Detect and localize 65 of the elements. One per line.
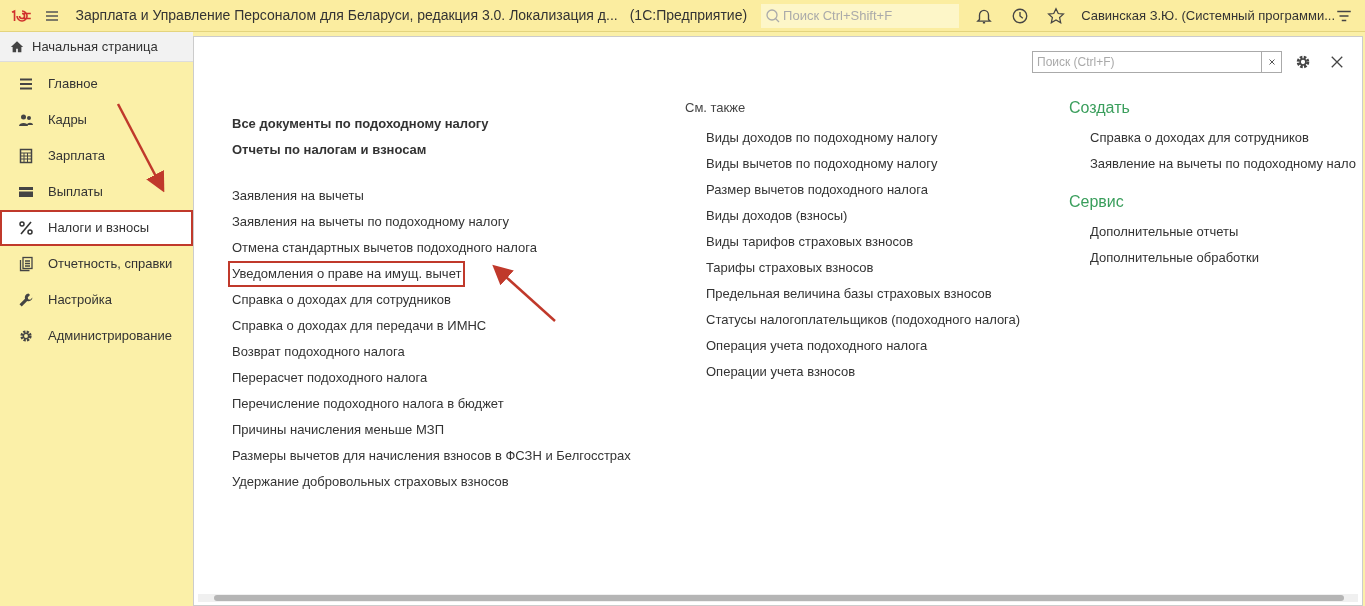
link[interactable]: Виды доходов (взносы) bbox=[704, 203, 850, 229]
platform-label: (1С:Предприятие) bbox=[629, 6, 748, 25]
card-icon bbox=[18, 184, 34, 200]
list-icon bbox=[18, 76, 34, 92]
settings-icon bbox=[18, 328, 34, 344]
settings-button[interactable] bbox=[1294, 53, 1312, 71]
link[interactable]: Отчеты по налогам и взносам bbox=[230, 137, 429, 163]
search-icon bbox=[765, 7, 782, 24]
sidebar-item[interactable]: Настройка bbox=[0, 282, 193, 318]
link[interactable]: Заявления на вычеты bbox=[230, 183, 366, 209]
link[interactable]: Возврат подоходного налога bbox=[230, 339, 407, 365]
link[interactable]: Справка о доходах для передачи в ИМНС bbox=[230, 313, 489, 339]
link[interactable]: Статусы налогоплательщиков (подоходного налога) bbox=[704, 307, 1023, 333]
link[interactable]: Причины начисления меньше МЗП bbox=[230, 417, 446, 443]
sidebar-item[interactable]: Выплаты bbox=[0, 174, 193, 210]
star-icon bbox=[1047, 6, 1066, 25]
section-heading: См. также bbox=[685, 99, 747, 117]
sidebar-item[interactable]: Главное bbox=[0, 66, 193, 102]
link[interactable]: Размеры вычетов для начисления взносов в ФСЗН и Белгосстрах bbox=[230, 443, 633, 469]
link[interactable]: Дополнительные обработки bbox=[1088, 245, 1261, 271]
sidebar-item[interactable]: Администрирование bbox=[0, 318, 193, 354]
star-button[interactable] bbox=[1047, 6, 1066, 25]
section-heading: Сервис bbox=[1069, 192, 1124, 212]
sidebar-item[interactable]: Зарплата bbox=[0, 138, 193, 174]
close-button[interactable] bbox=[1330, 55, 1344, 69]
link[interactable]: Дополнительные отчеты bbox=[1088, 219, 1241, 245]
link[interactable]: Размер вычетов подоходного налога bbox=[704, 177, 930, 203]
link[interactable]: Операция учета подоходного налога bbox=[704, 333, 930, 359]
link[interactable]: Заявления на вычеты по подоходному налогу bbox=[230, 209, 512, 235]
sidebar-item[interactable]: Отчетность, справки bbox=[0, 246, 193, 282]
link[interactable]: Отмена стандартных вычетов подоходного налога bbox=[230, 235, 539, 261]
link[interactable]: Виды доходов по подоходному налогу bbox=[704, 125, 940, 151]
calculator-icon bbox=[18, 148, 34, 164]
link[interactable]: Операции учета взносов bbox=[704, 359, 858, 385]
link[interactable]: Предельная величина базы страховых взносов bbox=[704, 281, 994, 307]
search-field[interactable]: Поиск (Ctrl+F) bbox=[1032, 51, 1262, 73]
link[interactable]: Удержание добровольных страховых взносов bbox=[230, 469, 511, 495]
link[interactable]: Перечисление подоходного налога в бюджет bbox=[230, 391, 506, 417]
user-name: Савинская З.Ю. (Системный программи... bbox=[1081, 6, 1335, 25]
search-field[interactable]: Поиск Ctrl+Shift+F bbox=[761, 3, 960, 28]
home-icon bbox=[10, 39, 24, 54]
sidebar-item[interactable]: Налоги и взносы bbox=[0, 210, 193, 246]
close-icon bbox=[1330, 55, 1344, 69]
people-icon bbox=[18, 112, 34, 128]
close-icon bbox=[1267, 58, 1276, 66]
link[interactable]: Уведомления о праве на имущ. вычет bbox=[228, 261, 466, 287]
percent-icon bbox=[18, 220, 34, 236]
link[interactable]: Виды вычетов по подоходному налогу bbox=[704, 151, 940, 177]
link[interactable]: Виды тарифов страховых взносов bbox=[704, 229, 916, 255]
link[interactable]: Все документы по подоходному налогу bbox=[230, 111, 491, 137]
history-button[interactable] bbox=[1011, 6, 1030, 25]
home-tab[interactable]: Начальная страница bbox=[0, 32, 193, 62]
link[interactable]: Справка о доходах для сотрудников bbox=[230, 287, 453, 313]
wrench-icon bbox=[18, 292, 34, 308]
window-title: Зарплата и Управление Персоналом для Беларуси, редакция 3.0. Локализация д... bbox=[75, 6, 618, 25]
settings-icon bbox=[1294, 53, 1312, 71]
documents-icon bbox=[18, 256, 34, 272]
sidebar-item[interactable]: Кадры bbox=[0, 102, 193, 138]
history-icon bbox=[1011, 6, 1030, 25]
link[interactable]: Перерасчет подоходного налога bbox=[230, 365, 430, 391]
link[interactable]: Заявление на вычеты по подоходному нало bbox=[1088, 151, 1358, 177]
annotation-arrow bbox=[492, 264, 556, 322]
link[interactable]: Справка о доходах для сотрудников bbox=[1088, 125, 1311, 151]
section-heading: Создать bbox=[1069, 98, 1130, 118]
link[interactable]: Тарифы страховых взносов bbox=[704, 255, 876, 281]
